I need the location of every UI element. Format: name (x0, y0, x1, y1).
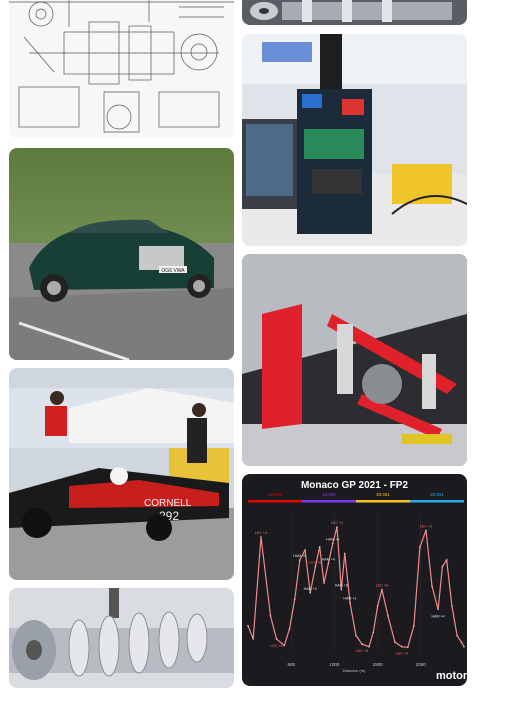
trace-point (293, 598, 296, 601)
trace-point (355, 634, 357, 637)
trace-annotation: LEC +4 (255, 531, 267, 535)
trace-point (445, 559, 448, 561)
trace-point (331, 542, 334, 545)
trace-annotation: LEC +3 (420, 524, 432, 528)
trace-annotation: HAM +5 (335, 584, 348, 588)
trace-point (425, 529, 427, 532)
chart-grid (291, 514, 422, 652)
trace-annotation: LEC +8 (270, 644, 282, 648)
trace-point (323, 582, 325, 584)
robot-electronics-lab-image[interactable] (242, 34, 467, 246)
sector-bar (302, 500, 356, 503)
sector-labels: 18.965 18.965 33.931 33.931 (268, 492, 444, 497)
speed-trace-line (247, 526, 465, 649)
suspension-graphic (242, 254, 467, 466)
x-tick-labels: 500 1000 1500 2000 (287, 662, 426, 667)
chart-title: Monaco GP 2021 - FP2 (300, 480, 409, 491)
x-tick-label: 500 (287, 662, 295, 667)
engineering-drawing-graphic (9, 0, 234, 138)
sector-time: 33.931 (430, 492, 444, 497)
trace-point (456, 634, 458, 637)
trace-point (318, 546, 321, 548)
trace-point (463, 645, 465, 648)
trace-point (394, 641, 396, 643)
crankshaft-graphic (9, 588, 234, 688)
trace-point (437, 608, 439, 611)
trace-point (361, 643, 363, 645)
machined-part-strip-image[interactable] (242, 0, 467, 25)
trace-point (340, 588, 343, 591)
x-tick-label: 1500 (373, 662, 384, 667)
trace-point (252, 638, 254, 640)
trace-point (304, 549, 306, 551)
trace-annotation: HAM +4 (432, 614, 445, 618)
trace-annotation: LEC +6 (376, 584, 388, 588)
trace-point (260, 536, 262, 538)
machined-part-graphic (242, 0, 467, 25)
trace-point (368, 645, 370, 648)
trace-annotation: LEC +5 (356, 649, 368, 653)
trace-point (269, 615, 272, 617)
race-car-graphic: CORNELL 292 (9, 368, 234, 580)
trace-point (336, 526, 338, 528)
trace-annotation: HAM +4 (322, 557, 335, 561)
speed-trace-svg: 18.965 18.965 33.931 33.931 LEC +4 LEC +8 HAM… (247, 492, 467, 682)
trace-point (327, 562, 330, 565)
green-luxury-sedan-image[interactable]: OG6 VWA (9, 148, 234, 360)
machined-crankshaft-image[interactable] (9, 588, 234, 688)
trace-annotation: HAM +3 (326, 538, 339, 542)
trace-point (343, 552, 346, 555)
svg-text:OG6 VWA: OG6 VWA (161, 268, 185, 274)
svg-text:CORNELL: CORNELL (144, 498, 192, 509)
trace-point (247, 624, 249, 627)
trace-point (387, 615, 389, 617)
trace-point (288, 628, 291, 630)
sector-bar (248, 500, 302, 503)
trace-annotation: HAM +5 (293, 554, 306, 558)
trace-annotation: HAM +1 (343, 597, 356, 601)
trace-point (381, 588, 383, 591)
trace-point (309, 592, 312, 594)
robot-lab-graphic (242, 34, 467, 246)
trace-point (299, 559, 301, 561)
x-tick-label: 1000 (329, 662, 340, 667)
sector-time: 18.965 (322, 492, 336, 497)
trace-point (400, 645, 403, 648)
sector-bar (410, 500, 464, 503)
trace-point (275, 638, 278, 640)
trace-point (460, 641, 463, 643)
formula-race-car-image[interactable]: CORNELL 292 (9, 368, 234, 580)
monaco-speed-trace-chart[interactable]: Monaco GP 2021 - FP2 18.965 18.965 33.931 3… (242, 474, 467, 686)
trace-annotation: LEC +2 (331, 521, 343, 525)
sector-time: 18.965 (268, 492, 282, 497)
x-axis-label: Distance (m) (343, 668, 366, 673)
sedan-graphic: OG6 VWA (9, 148, 234, 360)
trace-point (372, 631, 375, 634)
engineering-drawing-image[interactable] (9, 0, 234, 138)
trace-annotation: HAM +2 (304, 587, 317, 591)
trace-annotation: LEC +6 (309, 561, 321, 565)
red-suspension-underside-image[interactable] (242, 254, 467, 466)
sector-time: 33.931 (376, 492, 390, 497)
x-tick-label: 2000 (416, 662, 427, 667)
sector-bars (248, 500, 464, 503)
trace-point (349, 601, 351, 604)
trace-point (419, 546, 421, 548)
trace-point (314, 565, 317, 568)
trace-point (451, 605, 453, 607)
trace-point (441, 565, 444, 568)
trace-point (413, 624, 415, 627)
watermark-text: motor (436, 670, 467, 682)
trace-annotation: LEC +4 (396, 652, 408, 656)
trace-point (283, 644, 286, 647)
trace-point (431, 585, 433, 588)
sector-bar (356, 500, 410, 503)
trace-point (376, 605, 379, 607)
trace-point (407, 646, 409, 649)
